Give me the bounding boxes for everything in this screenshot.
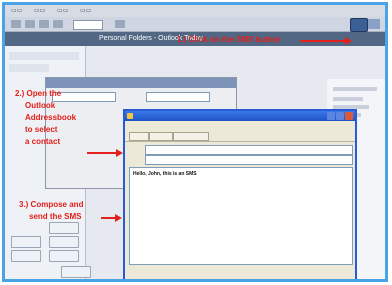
search-input[interactable] — [73, 20, 103, 30]
recipient-field[interactable] — [145, 145, 353, 155]
callout-arrow — [300, 40, 348, 42]
menu-item[interactable]: ▭▭ — [57, 7, 68, 14]
sms-titlebar — [125, 111, 355, 121]
callout-step3-line1: 3.) Compose and — [19, 200, 84, 209]
callout-step2-line1: 2.) Open the — [15, 89, 62, 98]
minimize-button[interactable] — [327, 112, 335, 120]
nav-button[interactable] — [49, 250, 79, 262]
toolbar-button[interactable] — [53, 20, 63, 28]
toolbar-button[interactable] — [39, 20, 49, 28]
toolbar-button[interactable] — [11, 20, 21, 28]
sms-toolbar — [125, 130, 355, 142]
message-textarea[interactable]: Hello, John, this is an SMS — [129, 167, 353, 265]
sms-status-bar — [125, 263, 355, 279]
arrowhead — [116, 149, 123, 157]
message-text: Hello, John, this is an SMS — [133, 171, 197, 177]
sms-button[interactable] — [350, 18, 368, 32]
nav-button[interactable] — [11, 250, 41, 262]
app-icon — [127, 113, 133, 119]
toolbar-button[interactable] — [115, 20, 125, 28]
menu-item[interactable]: ▭▭ — [80, 7, 91, 14]
arrowhead — [115, 214, 122, 222]
sms-options-button[interactable] — [368, 19, 380, 29]
callout-step2-line2: Outlook — [25, 101, 56, 110]
callout-step2-line4: to select — [25, 125, 58, 134]
list-item — [333, 97, 363, 101]
close-button[interactable] — [345, 112, 353, 120]
callout-arrow — [87, 152, 117, 154]
nav-button[interactable] — [49, 222, 79, 234]
callout-step2-line5: a contact — [25, 137, 61, 146]
outlook-toolbar — [5, 17, 385, 32]
send-button[interactable] — [129, 132, 149, 141]
folder-item[interactable] — [9, 64, 49, 72]
maximize-button[interactable] — [336, 112, 344, 120]
addressbook-titlebar — [46, 78, 236, 88]
menu-item[interactable]: ▭▭ — [11, 7, 22, 14]
cc-field[interactable] — [145, 155, 353, 165]
nav-button[interactable] — [11, 236, 41, 248]
addressbook-list-selector[interactable] — [146, 92, 210, 102]
callout-step1: 1.) Click on the SMS button — [177, 35, 281, 44]
toolbar-button[interactable] — [149, 132, 173, 141]
callout-step2-line3: Addressbook — [25, 113, 77, 122]
nav-button[interactable] — [61, 266, 91, 278]
folder-item[interactable] — [9, 52, 79, 60]
nav-button[interactable] — [49, 236, 79, 248]
menu-item[interactable]: ▭▭ — [34, 7, 45, 14]
sms-window: Hello, John, this is an SMS — [123, 109, 357, 279]
screenshot-frame: ▭▭ ▭▭ ▭▭ ▭▭ Personal Folders - Outlook T… — [2, 2, 388, 282]
arrowhead — [345, 37, 352, 45]
callout-step3-line2: send the SMS — [29, 212, 82, 221]
sms-menu-bar — [125, 121, 355, 130]
addressbook-search-field[interactable] — [52, 92, 116, 102]
list-item — [333, 87, 377, 91]
toolbar-button[interactable] — [25, 20, 35, 28]
toolbar-button[interactable] — [173, 132, 209, 141]
